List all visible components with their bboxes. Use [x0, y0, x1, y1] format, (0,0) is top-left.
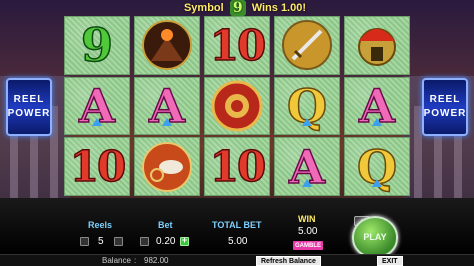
reels-increase-button[interactable] [114, 237, 123, 246]
bet-decrease-button[interactable] [140, 237, 149, 246]
balance-label: Balance [102, 256, 131, 265]
reel-cell: Q [274, 76, 340, 136]
reel-1: 9 A 10 [64, 16, 130, 197]
symbol-10: 10 [69, 141, 127, 192]
symbol-10: 10 [209, 20, 267, 71]
win-message: Symbol 9 Wins 1.00! [150, 0, 340, 16]
reel-cell: Q [344, 137, 410, 197]
exit-button[interactable]: EXIT [377, 256, 403, 266]
sword-shield-icon [274, 16, 340, 75]
bet-label: Bet [158, 220, 173, 230]
logo-line1: REEL [429, 94, 461, 105]
gamble-button[interactable]: GAMBLE [293, 241, 323, 250]
reels-decrease-button[interactable] [80, 237, 89, 246]
total-bet-label: TOTAL BET [212, 220, 262, 230]
gem-icon [372, 179, 382, 188]
chariot-icon [134, 137, 200, 197]
wins-text: Wins 1.00! [251, 2, 307, 14]
symbol-10: 10 [209, 141, 267, 192]
reel-5: A Q [344, 16, 410, 197]
gem-icon [302, 118, 312, 127]
win-label: WIN [298, 214, 316, 224]
gem-icon [92, 118, 102, 127]
reel-4: Q A [274, 16, 340, 197]
bet-value: 0.20 [156, 236, 176, 247]
reel-cell: 10 [64, 137, 130, 197]
symbol-badge: 9 [229, 0, 246, 16]
reel-cell: A [274, 137, 340, 197]
reels-label: Reels [88, 220, 113, 230]
balance-separator: : [134, 256, 137, 265]
status-bar: Balance : 982.00 Refresh Balance EXIT [0, 254, 474, 266]
balance-value: 982.00 [144, 256, 169, 265]
reel-power-logo-left: REEL POWER [6, 78, 52, 136]
refresh-balance-button[interactable]: Refresh Balance [256, 256, 321, 266]
logo-line1: REEL [13, 94, 45, 105]
reel-cell: A [134, 76, 200, 136]
win-value: 5.00 [298, 226, 318, 237]
logo-line2: POWER [7, 108, 51, 119]
gem-icon [302, 179, 312, 188]
symbol-9: 9 [80, 18, 114, 74]
reel-power-logo-right: REEL POWER [422, 78, 468, 136]
logo-line2: POWER [423, 108, 467, 119]
coin-icon [204, 76, 270, 136]
helmet-icon [344, 16, 410, 75]
reel-cell: 10 [204, 137, 270, 197]
reel-cell: A [344, 76, 410, 136]
reel-cell: A [64, 76, 130, 136]
total-bet-value: 5.00 [228, 236, 248, 247]
reel-3: 10 10 [204, 16, 270, 197]
bet-increase-button[interactable] [180, 235, 189, 246]
play-button[interactable]: PLAY [352, 216, 398, 258]
volcano-icon [134, 16, 200, 75]
reel-cell: 10 [204, 16, 270, 75]
gem-icon [162, 118, 172, 127]
reel-cell: 9 [64, 16, 130, 75]
reels-value: 5 [98, 236, 104, 247]
gem-icon [372, 118, 382, 127]
reel-2: A [134, 16, 200, 197]
symbol-label: Symbol [183, 2, 224, 14]
reels-grid: 9 A 10 A 10 10 Q A A Q [62, 16, 412, 197]
